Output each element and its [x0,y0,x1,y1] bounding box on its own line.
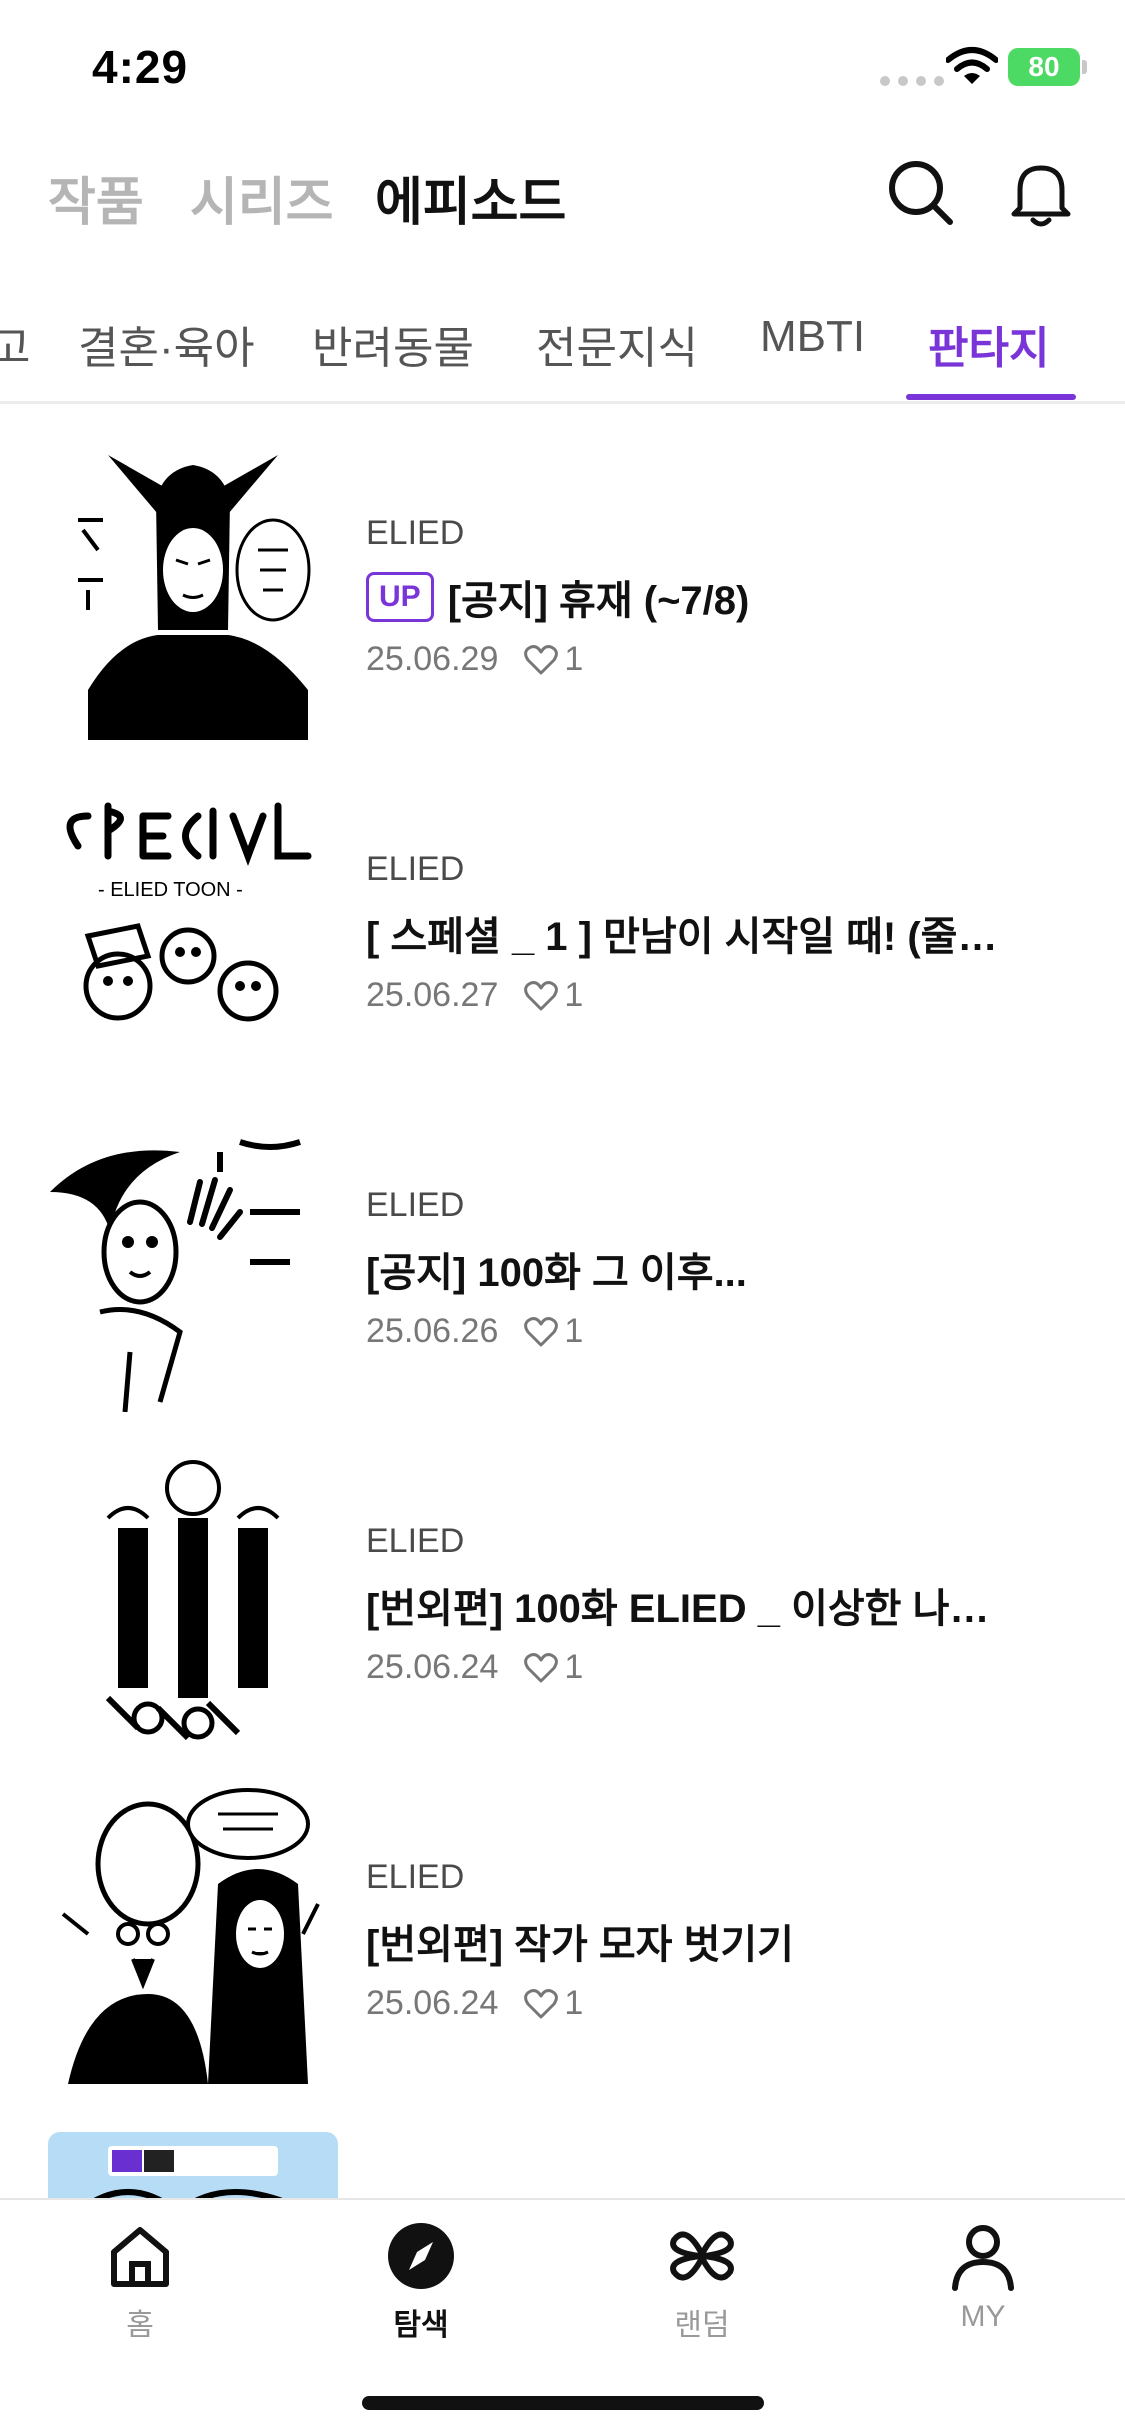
status-time: 4:29 [92,41,189,93]
heart-icon [524,644,559,674]
episode-author: ELIED [366,850,465,888]
episode-title: [번외편] 작가 모자 벗기기 [366,1923,794,1967]
nav-explore-label: 탐색 [393,2309,449,2342]
episode-title-row: [공지] 100화 그 이후... [366,1240,747,1298]
heart-icon [524,980,559,1010]
category-tab-fantasy[interactable]: 판타지 [928,312,1049,376]
nav-my-label: MY [960,2300,1006,2333]
episode-author: ELIED [366,1186,465,1224]
battery-icon: 80 [1008,48,1080,86]
episode-meta: 25.06.29 1 [366,640,583,679]
bell-icon[interactable] [1006,158,1076,228]
episode-thumbnail [48,440,338,740]
clover-icon [670,2231,734,2281]
list-item[interactable]: ELIED [번외편] 작가 모자 벗기기 25.06.24 1 [0,1784,1125,2084]
nav-random[interactable]: 랜덤 [612,2220,792,2344]
person-icon [952,2225,1014,2291]
home-icon [111,2227,169,2287]
episode-title: [번외편] 100화 ELIED _ 이상한 나라... [366,1587,1006,1631]
top-nav: 작품 시리즈 에피소드 [0,150,1125,240]
category-tab-marriage[interactable]: 결혼·육아 [78,312,255,376]
wifi-icon [946,47,998,84]
heart-icon [524,1316,559,1346]
battery-level: 80 [1028,51,1060,82]
episode-author: ELIED [366,1522,465,1560]
episode-meta: 25.06.24 1 [366,1984,583,2023]
episode-title: [공지] 휴재 (~7/8) [447,579,750,623]
episode-title: [공지] 100화 그 이후... [366,1251,747,1295]
list-item[interactable]: ELIED [번외편] 100화 ELIED _ 이상한 나라... 25.06… [0,1448,1125,1748]
episode-title-row: [번외편] 100화 ELIED _ 이상한 나라... [366,1576,1006,1634]
list-item[interactable]: ELIED [공지] 100화 그 이후... 25.06.26 1 [0,1112,1125,1412]
tab-episodes[interactable]: 에피소드 [375,160,566,235]
status-bar: 4:29 80 [0,0,1125,135]
episode-date: 25.06.24 [366,1648,499,1686]
category-tab-expertise[interactable]: 전문지식 [536,312,698,376]
episode-title-row: [번외편] 작가 모자 벗기기 [366,1912,794,1970]
episode-title-row: UP [공지] 휴재 (~7/8) [366,568,749,626]
search-icon[interactable] [886,158,956,228]
category-tabs: 고 결혼·육아 반려동물 전문지식 MBTI 판타지 [0,290,1125,404]
category-tab-mbti[interactable]: MBTI [760,312,865,362]
episode-likes: 1 [564,640,584,678]
episode-author: ELIED [366,1858,465,1896]
list-item[interactable]: ELIED UP [공지] 휴재 (~7/8) 25.06.29 1 [0,440,1125,740]
category-tab-partial[interactable]: 고 [0,312,30,376]
nav-my[interactable]: MY [893,2220,1073,2334]
episode-thumbnail [48,1784,338,2084]
nav-random-label: 랜덤 [674,2309,730,2342]
up-badge: UP [366,572,434,622]
episode-meta: 25.06.24 1 [366,1648,583,1687]
episode-likes: 1 [564,1648,584,1686]
episode-title: [ 스페셜 _ 1 ] 만남이 시작일 때! (줄거... [366,915,1006,959]
episode-meta: 25.06.27 1 [366,976,583,1015]
episode-date: 25.06.27 [366,976,499,1014]
episode-title-row: [ 스페셜 _ 1 ] 만남이 시작일 때! (줄거... [366,904,1006,962]
episode-likes: 1 [564,1984,584,2022]
category-tab-pets[interactable]: 반려동물 [312,312,474,376]
battery-cap [1082,60,1087,74]
cellular-signal-icon [880,76,944,86]
episode-thumbnail [40,1112,330,1412]
episode-thumbnail: - ELIED TOON - [48,776,338,1076]
nav-explore[interactable]: 탐색 [331,2220,511,2344]
episode-date: 25.06.29 [366,640,499,678]
home-indicator [362,2396,764,2410]
episode-date: 25.06.24 [366,1984,499,2022]
active-tab-indicator [906,394,1076,400]
episode-author: ELIED [366,514,465,552]
episode-likes: 1 [564,1312,584,1350]
compass-icon [388,2223,454,2289]
tab-series[interactable]: 시리즈 [190,160,334,235]
heart-icon [524,1652,559,1682]
nav-home[interactable]: 홈 [50,2220,230,2344]
list-item[interactable]: - ELIED TOON - ELIED [ 스페셜 _ 1 ] 만남이 시작일… [0,776,1125,1076]
heart-icon [524,1988,559,2018]
episode-date: 25.06.26 [366,1312,499,1350]
nav-home-label: 홈 [126,2309,154,2342]
episode-thumbnail [48,1448,338,1748]
svg-text:- ELIED TOON -: - ELIED TOON - [98,879,243,901]
episode-likes: 1 [564,976,584,1014]
tab-works[interactable]: 작품 [48,160,144,235]
episode-meta: 25.06.26 1 [366,1312,583,1351]
